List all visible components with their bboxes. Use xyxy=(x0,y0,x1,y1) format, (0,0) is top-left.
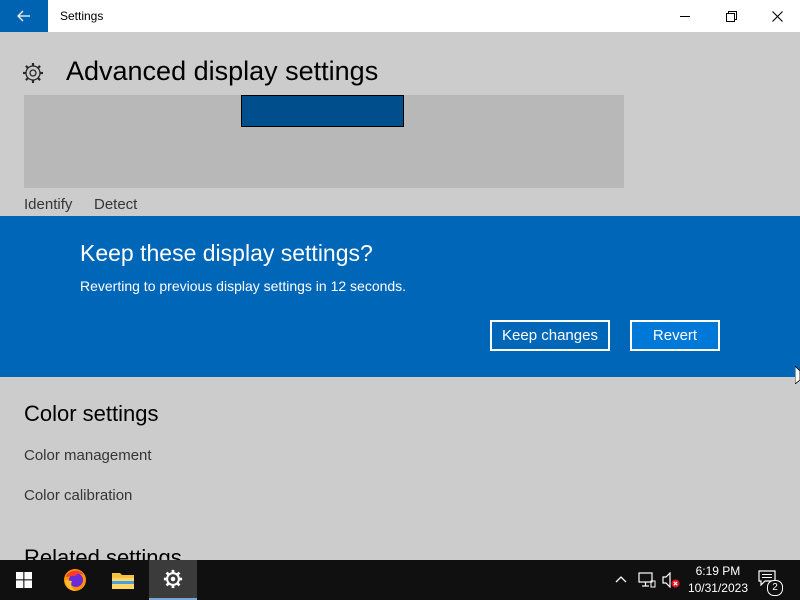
keep-settings-dialog: Keep these display settings? Reverting t… xyxy=(0,216,800,377)
taskbar: 6:19 PM 10/31/2023 2 xyxy=(0,560,800,600)
dialog-title: Keep these display settings? xyxy=(80,240,373,266)
chevron-up-icon[interactable] xyxy=(615,575,627,583)
back-button[interactable] xyxy=(0,0,48,32)
taskbar-settings[interactable] xyxy=(149,560,197,600)
taskbar-firefox[interactable] xyxy=(51,560,99,600)
start-button[interactable] xyxy=(0,560,48,600)
notification-badge: 2 xyxy=(767,580,783,596)
window-title: Settings xyxy=(60,9,104,23)
back-arrow-icon xyxy=(17,10,30,22)
restore-icon xyxy=(725,10,737,22)
clock-date: 10/31/2023 xyxy=(687,581,748,595)
dialog-message: Reverting to previous display settings i… xyxy=(80,278,407,294)
minimize-button[interactable] xyxy=(662,0,708,32)
close-button[interactable] xyxy=(754,0,800,32)
taskbar-file-explorer[interactable] xyxy=(99,560,147,600)
minimize-icon xyxy=(680,16,690,17)
close-icon xyxy=(771,10,783,22)
restore-button[interactable] xyxy=(708,0,754,32)
settings-gear-icon xyxy=(163,569,183,589)
network-icon[interactable] xyxy=(638,572,656,588)
title-bar: Settings xyxy=(0,0,800,32)
firefox-icon xyxy=(64,569,86,591)
revert-button[interactable]: Revert xyxy=(630,320,720,351)
volume-muted-icon[interactable] xyxy=(662,572,680,588)
mouse-cursor-icon xyxy=(795,366,800,384)
system-clock[interactable]: 6:19 PM 10/31/2023 xyxy=(688,563,748,597)
action-center-button[interactable]: 2 xyxy=(758,570,783,596)
clock-time: 6:19 PM xyxy=(695,564,741,578)
keep-changes-button[interactable]: Keep changes xyxy=(490,320,610,351)
folder-icon xyxy=(112,573,134,589)
windows-logo-icon xyxy=(16,572,32,588)
